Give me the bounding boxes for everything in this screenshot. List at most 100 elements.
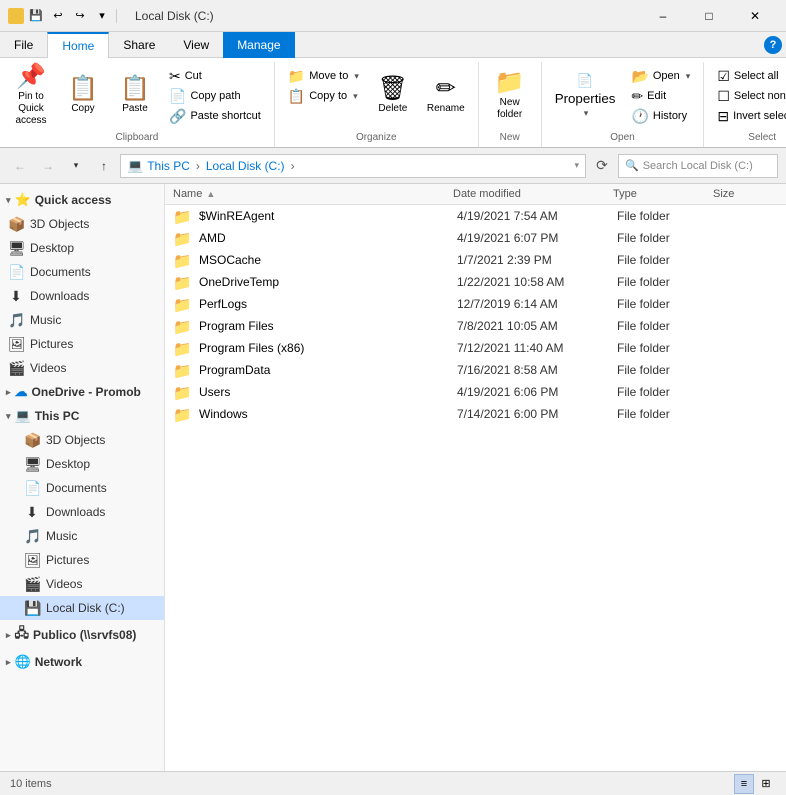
sidebar-section-network[interactable]: ▸ 🌐 Network xyxy=(0,650,164,674)
sidebar-item-desktop[interactable]: 🖥 Desktop xyxy=(0,236,164,260)
col-header-date[interactable]: Date modified xyxy=(453,188,613,200)
paste-shortcut-button[interactable]: 🔗 Paste shortcut xyxy=(162,106,268,126)
table-row[interactable]: 📁 Program Files (x86) 7/12/2021 11:40 AM… xyxy=(165,337,786,359)
breadcrumb-local-disk[interactable]: Local Disk (C:) xyxy=(206,159,285,173)
sidebar-item-3d-objects[interactable]: 📦 3D Objects xyxy=(0,212,164,236)
forward-button[interactable]: → xyxy=(36,154,60,178)
move-to-button[interactable]: 📁 Move to ▾ xyxy=(281,66,366,86)
search-bar[interactable]: 🔍 Search Local Disk (C:) xyxy=(618,154,778,178)
local-disk-label: Local Disk (C:) xyxy=(46,601,125,615)
table-row[interactable]: 📁 PerfLogs 12/7/2019 6:14 AM File folder xyxy=(165,293,786,315)
edit-label: Edit xyxy=(647,90,666,102)
search-placeholder: Search Local Disk (C:) xyxy=(643,160,753,172)
qat-redo-button[interactable]: ↪ xyxy=(70,6,90,26)
move-chevron: ▾ xyxy=(354,71,359,82)
tab-manage[interactable]: Manage xyxy=(223,32,294,58)
back-button[interactable]: ← xyxy=(8,154,32,178)
sidebar-section-quick-access[interactable]: ▾ ⭐ Quick access xyxy=(0,188,164,212)
table-row[interactable]: 📁 Users 4/19/2021 6:06 PM File folder xyxy=(165,381,786,403)
new-folder-button[interactable]: 📁 New folder xyxy=(485,66,535,126)
col-header-type[interactable]: Type xyxy=(613,188,713,200)
pin-label: Pin to Quick access xyxy=(13,91,49,127)
sidebar-item-videos-pc[interactable]: 🎬 Videos xyxy=(0,572,164,596)
large-icons-view-button[interactable]: ⊞ xyxy=(756,774,776,794)
col-header-name[interactable]: Name ▲ xyxy=(173,188,453,200)
window-controls: – □ ✕ xyxy=(640,0,778,32)
qat-undo-button[interactable]: ↩ xyxy=(48,6,68,26)
qat-dropdown-button[interactable]: ▾ xyxy=(92,6,112,26)
help-icon: ? xyxy=(764,36,782,54)
3d-pc-icon: 📦 xyxy=(24,432,40,449)
sidebar-item-downloads[interactable]: ⬇ Downloads xyxy=(0,284,164,308)
file-type: File folder xyxy=(617,407,717,421)
rename-button[interactable]: ✏ Rename xyxy=(420,66,472,126)
sidebar-item-pictures-pc[interactable]: 🖼 Pictures xyxy=(0,548,164,572)
delete-button[interactable]: 🗑 Delete xyxy=(368,66,418,126)
sidebar-section-this-pc[interactable]: ▾ 💻 This PC xyxy=(0,404,164,428)
minimize-button[interactable]: – xyxy=(640,0,686,32)
select-none-icon: ☐ xyxy=(717,88,730,105)
move-icon: 📁 xyxy=(288,68,305,85)
refresh-button[interactable]: ⟳ xyxy=(590,154,614,178)
file-date: 1/22/2021 10:58 AM xyxy=(457,275,617,289)
properties-button[interactable]: 📄 Properties ▾ xyxy=(548,66,623,126)
table-row[interactable]: 📁 ProgramData 7/16/2021 8:58 AM File fol… xyxy=(165,359,786,381)
table-row[interactable]: 📁 AMD 4/19/2021 6:07 PM File folder xyxy=(165,227,786,249)
file-type: File folder xyxy=(617,319,717,333)
select-none-button[interactable]: ☐ Select none xyxy=(710,86,786,106)
select-all-button[interactable]: ☑ Select all xyxy=(710,66,786,86)
paste-shortcut-label: Paste shortcut xyxy=(190,110,260,122)
table-row[interactable]: 📁 $WinREAgent 4/19/2021 7:54 AM File fol… xyxy=(165,205,786,227)
col-header-size[interactable]: Size xyxy=(713,188,786,200)
move-label: Move to xyxy=(309,70,348,82)
sidebar-item-desktop-pc[interactable]: 🖥 Desktop xyxy=(0,452,164,476)
sidebar-item-documents[interactable]: 📄 Documents xyxy=(0,260,164,284)
table-row[interactable]: 📁 OneDriveTemp 1/22/2021 10:58 AM File f… xyxy=(165,271,786,293)
folder-icon: 📁 xyxy=(173,318,189,334)
history-button[interactable]: 🕐 History xyxy=(624,106,697,126)
sidebar-section-publico[interactable]: ▸ 🖧 Publico (\\srvfs08) xyxy=(0,620,164,650)
table-row[interactable]: 📁 Program Files 7/8/2021 10:05 AM File f… xyxy=(165,315,786,337)
maximize-button[interactable]: □ xyxy=(686,0,732,32)
sidebar-item-local-disk[interactable]: 💾 Local Disk (C:) xyxy=(0,596,164,620)
table-row[interactable]: 📁 Windows 7/14/2021 6:00 PM File folder xyxy=(165,403,786,425)
qat-save-button[interactable]: 💾 xyxy=(26,6,46,26)
file-type: File folder xyxy=(617,363,717,377)
sidebar-item-music[interactable]: 🎵 Music xyxy=(0,308,164,332)
details-view-button[interactable]: ≡ xyxy=(734,774,754,794)
tab-view[interactable]: View xyxy=(169,32,223,58)
recent-button[interactable]: ▾ xyxy=(64,154,88,178)
sidebar-section-onedrive[interactable]: ▸ ☁ OneDrive - Promob xyxy=(0,380,164,404)
file-list-header: Name ▲ Date modified Type Size xyxy=(165,184,786,205)
organize-small-buttons: 📁 Move to ▾ 📋 Copy to ▾ xyxy=(281,66,366,106)
up-button[interactable]: ↑ xyxy=(92,154,116,178)
copy-to-button[interactable]: 📋 Copy to ▾ xyxy=(281,86,366,106)
sidebar-item-3d-pc[interactable]: 📦 3D Objects xyxy=(0,428,164,452)
close-button[interactable]: ✕ xyxy=(732,0,778,32)
tab-home[interactable]: Home xyxy=(47,32,109,58)
ribbon-group-organize: 📁 Move to ▾ 📋 Copy to ▾ 🗑 Delete ✏ Renam… xyxy=(275,62,479,147)
breadcrumb-this-pc[interactable]: This PC xyxy=(147,159,190,173)
address-bar[interactable]: 💻 This PC › Local Disk (C:) › ▾ xyxy=(120,154,586,178)
sidebar-item-pictures[interactable]: 🖼 Pictures xyxy=(0,332,164,356)
tab-file[interactable]: File xyxy=(0,32,47,58)
sidebar-item-videos[interactable]: 🎬 Videos xyxy=(0,356,164,380)
table-row[interactable]: 📁 MSOCache 1/7/2021 2:39 PM File folder xyxy=(165,249,786,271)
open-button[interactable]: 📂 Open ▾ xyxy=(624,66,697,86)
copy-button[interactable]: 📋 Copy xyxy=(58,66,108,126)
clipboard-small-buttons: ✂ Cut 📄 Copy path 🔗 Paste shortcut xyxy=(162,66,268,126)
edit-button[interactable]: ✏ Edit xyxy=(624,86,697,106)
file-type: File folder xyxy=(617,297,717,311)
cut-button[interactable]: ✂ Cut xyxy=(162,66,268,86)
invert-selection-button[interactable]: ⊟ Invert selection xyxy=(710,106,786,126)
paste-button[interactable]: 📋 Paste xyxy=(110,66,160,126)
pin-to-quick-access-button[interactable]: 📌 Pin to Quick access xyxy=(6,66,56,126)
copy-path-button[interactable]: 📄 Copy path xyxy=(162,86,268,106)
this-pc-section-icon: 💻 xyxy=(15,408,31,424)
copy-path-icon: 📄 xyxy=(169,88,186,105)
help-button-area[interactable]: ? xyxy=(760,32,786,58)
sidebar-item-downloads-pc[interactable]: ⬇ Downloads xyxy=(0,500,164,524)
sidebar-item-music-pc[interactable]: 🎵 Music xyxy=(0,524,164,548)
sidebar-item-documents-pc[interactable]: 📄 Documents xyxy=(0,476,164,500)
tab-share[interactable]: Share xyxy=(109,32,169,58)
